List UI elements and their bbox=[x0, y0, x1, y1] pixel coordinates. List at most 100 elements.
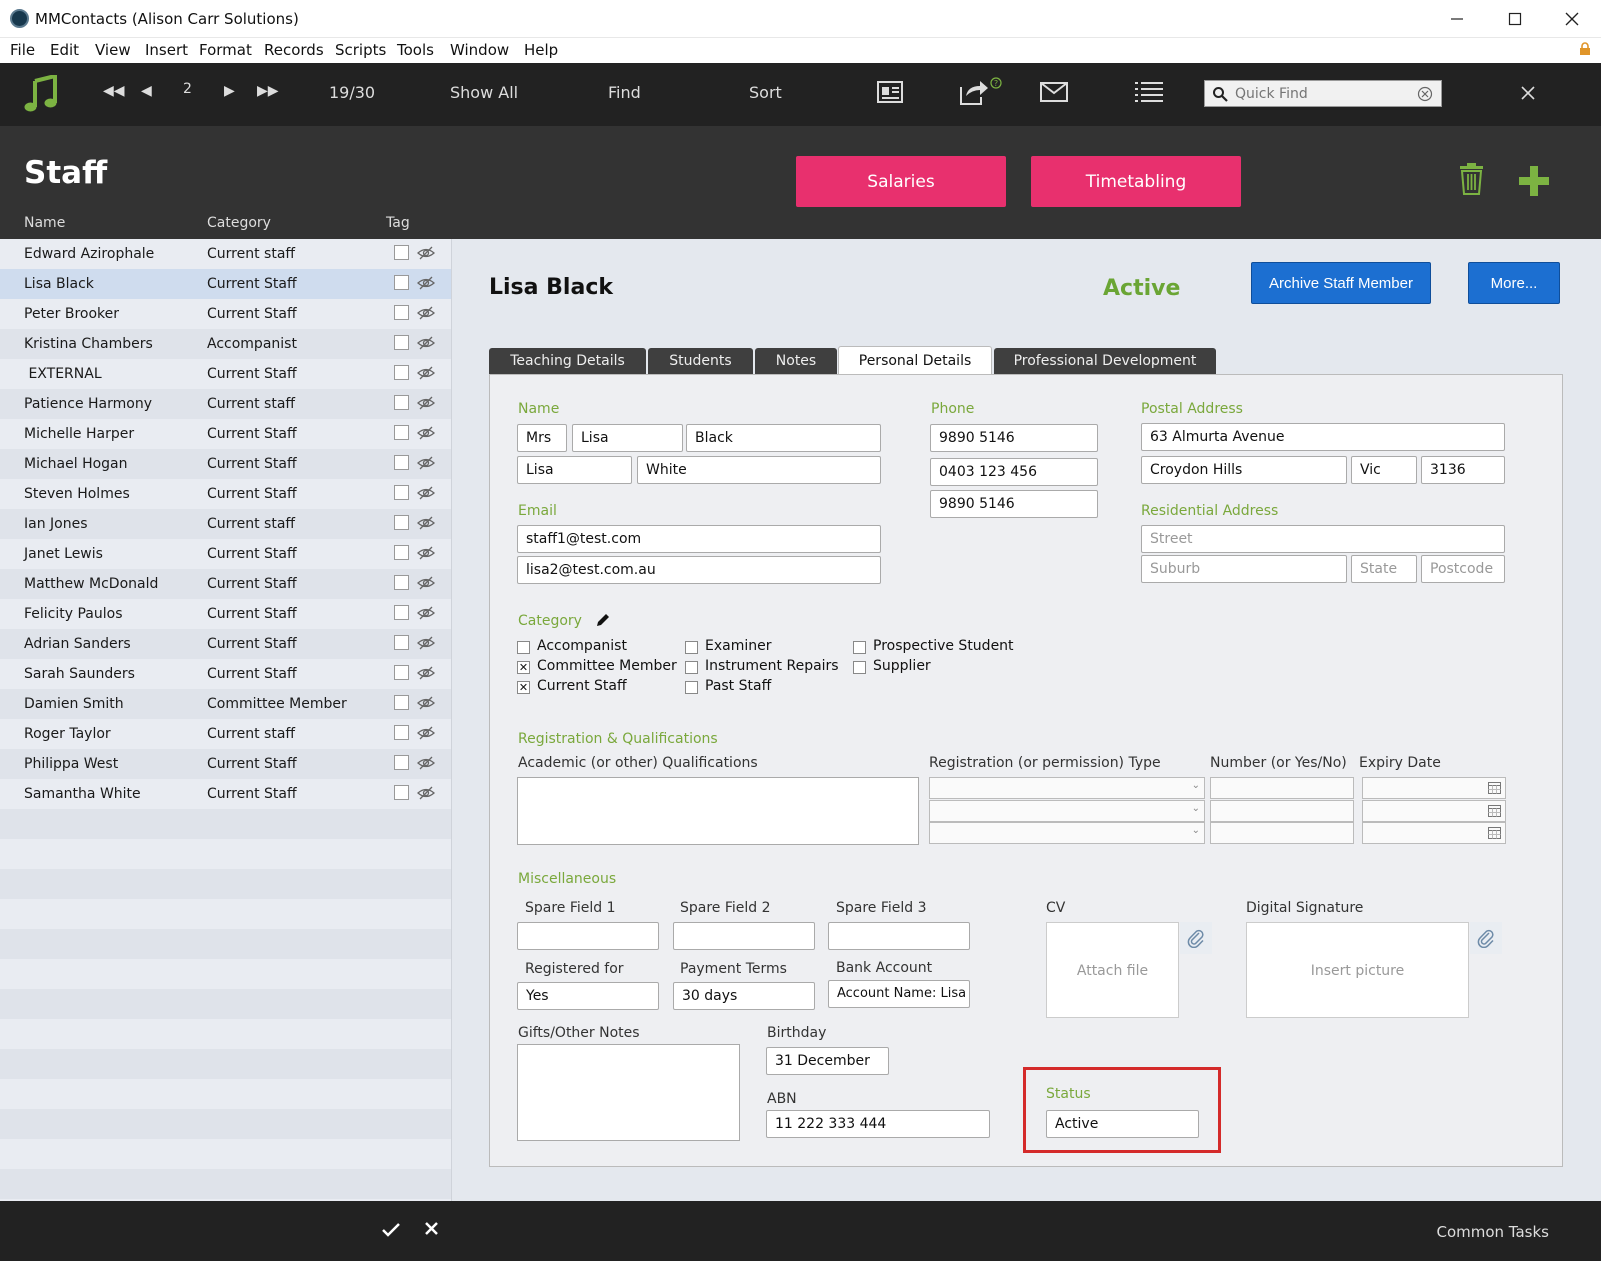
residential-state-field[interactable]: State bbox=[1351, 555, 1417, 583]
attach-cv-button[interactable] bbox=[1180, 922, 1212, 954]
tab-personal-details[interactable]: Personal Details bbox=[838, 346, 992, 375]
menu-file[interactable]: File bbox=[10, 41, 35, 59]
list-item[interactable]: Lisa Black Current Staff bbox=[0, 269, 451, 299]
hide-eye-icon[interactable] bbox=[417, 695, 435, 711]
postal-state-field[interactable]: Vic bbox=[1351, 456, 1417, 484]
spare-field-2[interactable] bbox=[673, 922, 815, 950]
tag-checkbox[interactable] bbox=[394, 395, 409, 410]
list-item[interactable]: Philippa West Current Staff bbox=[0, 749, 451, 779]
tag-checkbox[interactable] bbox=[394, 425, 409, 440]
close-layout-icon[interactable] bbox=[1520, 85, 1536, 101]
salaries-button[interactable]: Salaries bbox=[796, 156, 1006, 207]
tag-checkbox[interactable] bbox=[394, 665, 409, 680]
hide-eye-icon[interactable] bbox=[417, 425, 435, 441]
calendar-icon[interactable] bbox=[1488, 782, 1501, 794]
tag-checkbox[interactable] bbox=[394, 275, 409, 290]
menu-insert[interactable]: Insert bbox=[145, 41, 188, 59]
abn-field[interactable]: 11 222 333 444 bbox=[766, 1110, 990, 1138]
common-tasks-button[interactable]: Common Tasks bbox=[1436, 1223, 1549, 1241]
hide-eye-icon[interactable] bbox=[417, 485, 435, 501]
close-window-button[interactable] bbox=[1543, 0, 1601, 38]
registration-number-field-3[interactable] bbox=[1210, 822, 1354, 844]
attach-signature-button[interactable] bbox=[1470, 922, 1502, 954]
email-field-2[interactable]: lisa2@test.com.au bbox=[517, 556, 881, 584]
menu-tools[interactable]: Tools bbox=[397, 41, 434, 59]
birthday-field[interactable]: 31 December bbox=[766, 1047, 889, 1075]
list-item[interactable]: Peter Brooker Current Staff bbox=[0, 299, 451, 329]
other-name-field[interactable]: White bbox=[637, 456, 881, 484]
hide-eye-icon[interactable] bbox=[417, 575, 435, 591]
cancel-x-icon[interactable] bbox=[425, 1222, 438, 1235]
category-checkbox[interactable] bbox=[685, 661, 698, 674]
email-icon[interactable] bbox=[1040, 82, 1068, 102]
hide-eye-icon[interactable] bbox=[417, 665, 435, 681]
status-field[interactable]: Active bbox=[1046, 1110, 1199, 1138]
hide-eye-icon[interactable] bbox=[417, 335, 435, 351]
tab-professional-development[interactable]: Professional Development bbox=[994, 348, 1216, 374]
residential-suburb-field[interactable]: Suburb bbox=[1141, 555, 1347, 583]
hide-eye-icon[interactable] bbox=[417, 725, 435, 741]
category-checkbox[interactable]: ✕ bbox=[517, 661, 530, 674]
archive-staff-button[interactable]: Archive Staff Member bbox=[1251, 262, 1431, 304]
list-view-icon[interactable] bbox=[1135, 80, 1163, 104]
timetabling-button[interactable]: Timetabling bbox=[1031, 156, 1241, 207]
category-checkbox[interactable] bbox=[685, 641, 698, 654]
first-name-field[interactable]: Lisa bbox=[572, 424, 683, 452]
tag-checkbox[interactable] bbox=[394, 455, 409, 470]
preferred-name-field[interactable]: Lisa bbox=[517, 456, 632, 484]
export-icon[interactable]: ? bbox=[958, 77, 1002, 107]
column-header-category[interactable]: Category bbox=[207, 215, 271, 231]
tab-students[interactable]: Students bbox=[648, 348, 753, 374]
payment-terms-field[interactable]: 30 days bbox=[673, 982, 815, 1010]
hide-eye-icon[interactable] bbox=[417, 455, 435, 471]
bank-account-field[interactable]: Account Name: Lisa bbox=[828, 980, 970, 1008]
hide-eye-icon[interactable] bbox=[417, 515, 435, 531]
calendar-icon[interactable] bbox=[1488, 827, 1501, 839]
next-record-icon[interactable]: ▶ bbox=[224, 83, 235, 99]
clear-search-icon[interactable] bbox=[1417, 86, 1433, 102]
menu-scripts[interactable]: Scripts bbox=[335, 41, 386, 59]
menu-view[interactable]: View bbox=[95, 41, 131, 59]
tag-checkbox[interactable] bbox=[394, 725, 409, 740]
gifts-notes-field[interactable] bbox=[517, 1044, 740, 1141]
hide-eye-icon[interactable] bbox=[417, 545, 435, 561]
hide-eye-icon[interactable] bbox=[417, 635, 435, 651]
tag-checkbox[interactable] bbox=[394, 335, 409, 350]
tag-checkbox[interactable] bbox=[394, 545, 409, 560]
record-number[interactable]: 2 bbox=[183, 81, 192, 97]
hide-eye-icon[interactable] bbox=[417, 305, 435, 321]
cv-container[interactable]: Attach file bbox=[1046, 922, 1179, 1018]
tag-checkbox[interactable] bbox=[394, 485, 409, 500]
find-button[interactable]: Find bbox=[608, 83, 641, 102]
maximize-button[interactable] bbox=[1486, 0, 1544, 38]
expiry-date-field-1[interactable] bbox=[1362, 777, 1506, 799]
sort-button[interactable]: Sort bbox=[749, 83, 782, 102]
tab-teaching-details[interactable]: Teaching Details bbox=[489, 348, 646, 374]
previous-record-icon[interactable]: ◀ bbox=[141, 83, 152, 99]
list-item[interactable]: Samantha White Current Staff bbox=[0, 779, 451, 809]
list-item[interactable]: Michael Hogan Current Staff bbox=[0, 449, 451, 479]
contact-card-icon[interactable] bbox=[877, 81, 903, 103]
registration-number-field-2[interactable] bbox=[1210, 800, 1354, 822]
category-checkbox[interactable] bbox=[685, 681, 698, 694]
category-checkbox[interactable] bbox=[517, 641, 530, 654]
calendar-icon[interactable] bbox=[1488, 805, 1501, 817]
trash-icon[interactable] bbox=[1459, 163, 1484, 195]
add-icon[interactable] bbox=[1519, 166, 1549, 196]
list-item[interactable]: EXTERNAL Current Staff bbox=[0, 359, 451, 389]
tag-checkbox[interactable] bbox=[394, 245, 409, 260]
last-record-icon[interactable]: ▶▶ bbox=[257, 83, 279, 99]
signature-container[interactable]: Insert picture bbox=[1246, 922, 1469, 1018]
hide-eye-icon[interactable] bbox=[417, 785, 435, 801]
tag-checkbox[interactable] bbox=[394, 755, 409, 770]
tag-checkbox[interactable] bbox=[394, 365, 409, 380]
expiry-date-field-2[interactable] bbox=[1362, 800, 1506, 822]
hide-eye-icon[interactable] bbox=[417, 245, 435, 261]
category-checkbox[interactable] bbox=[853, 641, 866, 654]
menu-window[interactable]: Window bbox=[450, 41, 509, 59]
minimize-button[interactable] bbox=[1428, 0, 1486, 38]
column-header-tag[interactable]: Tag bbox=[386, 215, 410, 231]
postal-suburb-field[interactable]: Croydon Hills bbox=[1141, 456, 1347, 484]
list-item[interactable]: Ian Jones Current staff bbox=[0, 509, 451, 539]
title-field[interactable]: Mrs bbox=[517, 424, 567, 452]
